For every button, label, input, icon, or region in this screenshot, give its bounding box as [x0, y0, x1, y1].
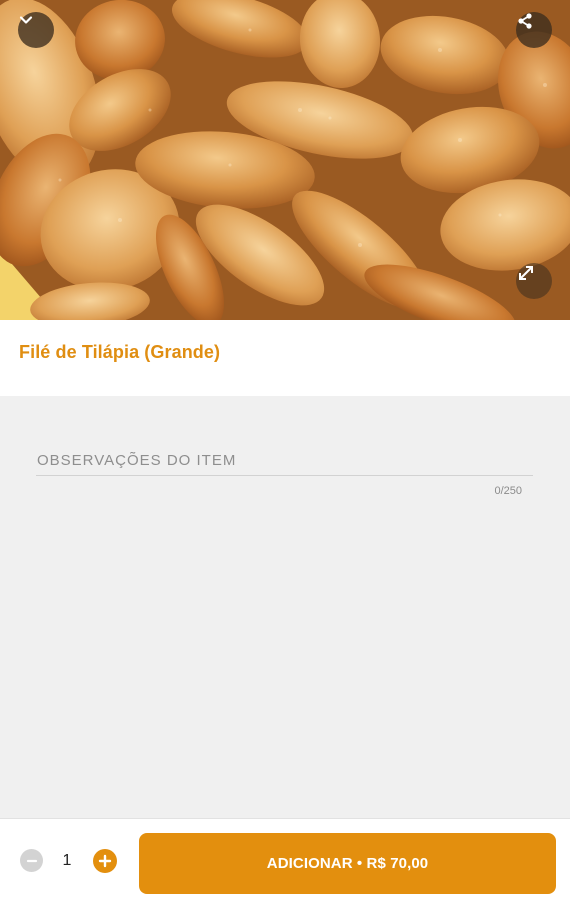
plus-icon [98, 854, 112, 868]
item-title: Filé de Tilápia (Grande) [19, 342, 221, 362]
increase-quantity-button[interactable] [93, 849, 117, 873]
minus-icon [26, 859, 37, 862]
fried-fish-illustration [0, 0, 570, 320]
share-icon [518, 13, 532, 29]
expand-icon [519, 266, 533, 280]
order-bar: 1 ADICIONAR • R$ 70,00 [0, 818, 570, 900]
item-notes-section: 0/250 [0, 396, 570, 818]
collapse-button[interactable] [18, 12, 54, 48]
share-button[interactable] [516, 12, 552, 48]
item-notes-input[interactable] [36, 446, 533, 476]
item-header: Filé de Tilápia (Grande) [0, 320, 570, 396]
expand-image-button[interactable] [516, 263, 552, 299]
notes-char-counter: 0/250 [494, 485, 522, 497]
quantity-value: 1 [62, 852, 72, 869]
item-detail-screen: Filé de Tilápia (Grande) 0/250 1 ADICION… [0, 0, 570, 900]
decrease-quantity-button[interactable] [20, 849, 43, 872]
chevron-down-icon [19, 16, 33, 24]
product-photo[interactable] [0, 0, 570, 320]
add-to-cart-button[interactable]: ADICIONAR • R$ 70,00 [139, 833, 556, 894]
